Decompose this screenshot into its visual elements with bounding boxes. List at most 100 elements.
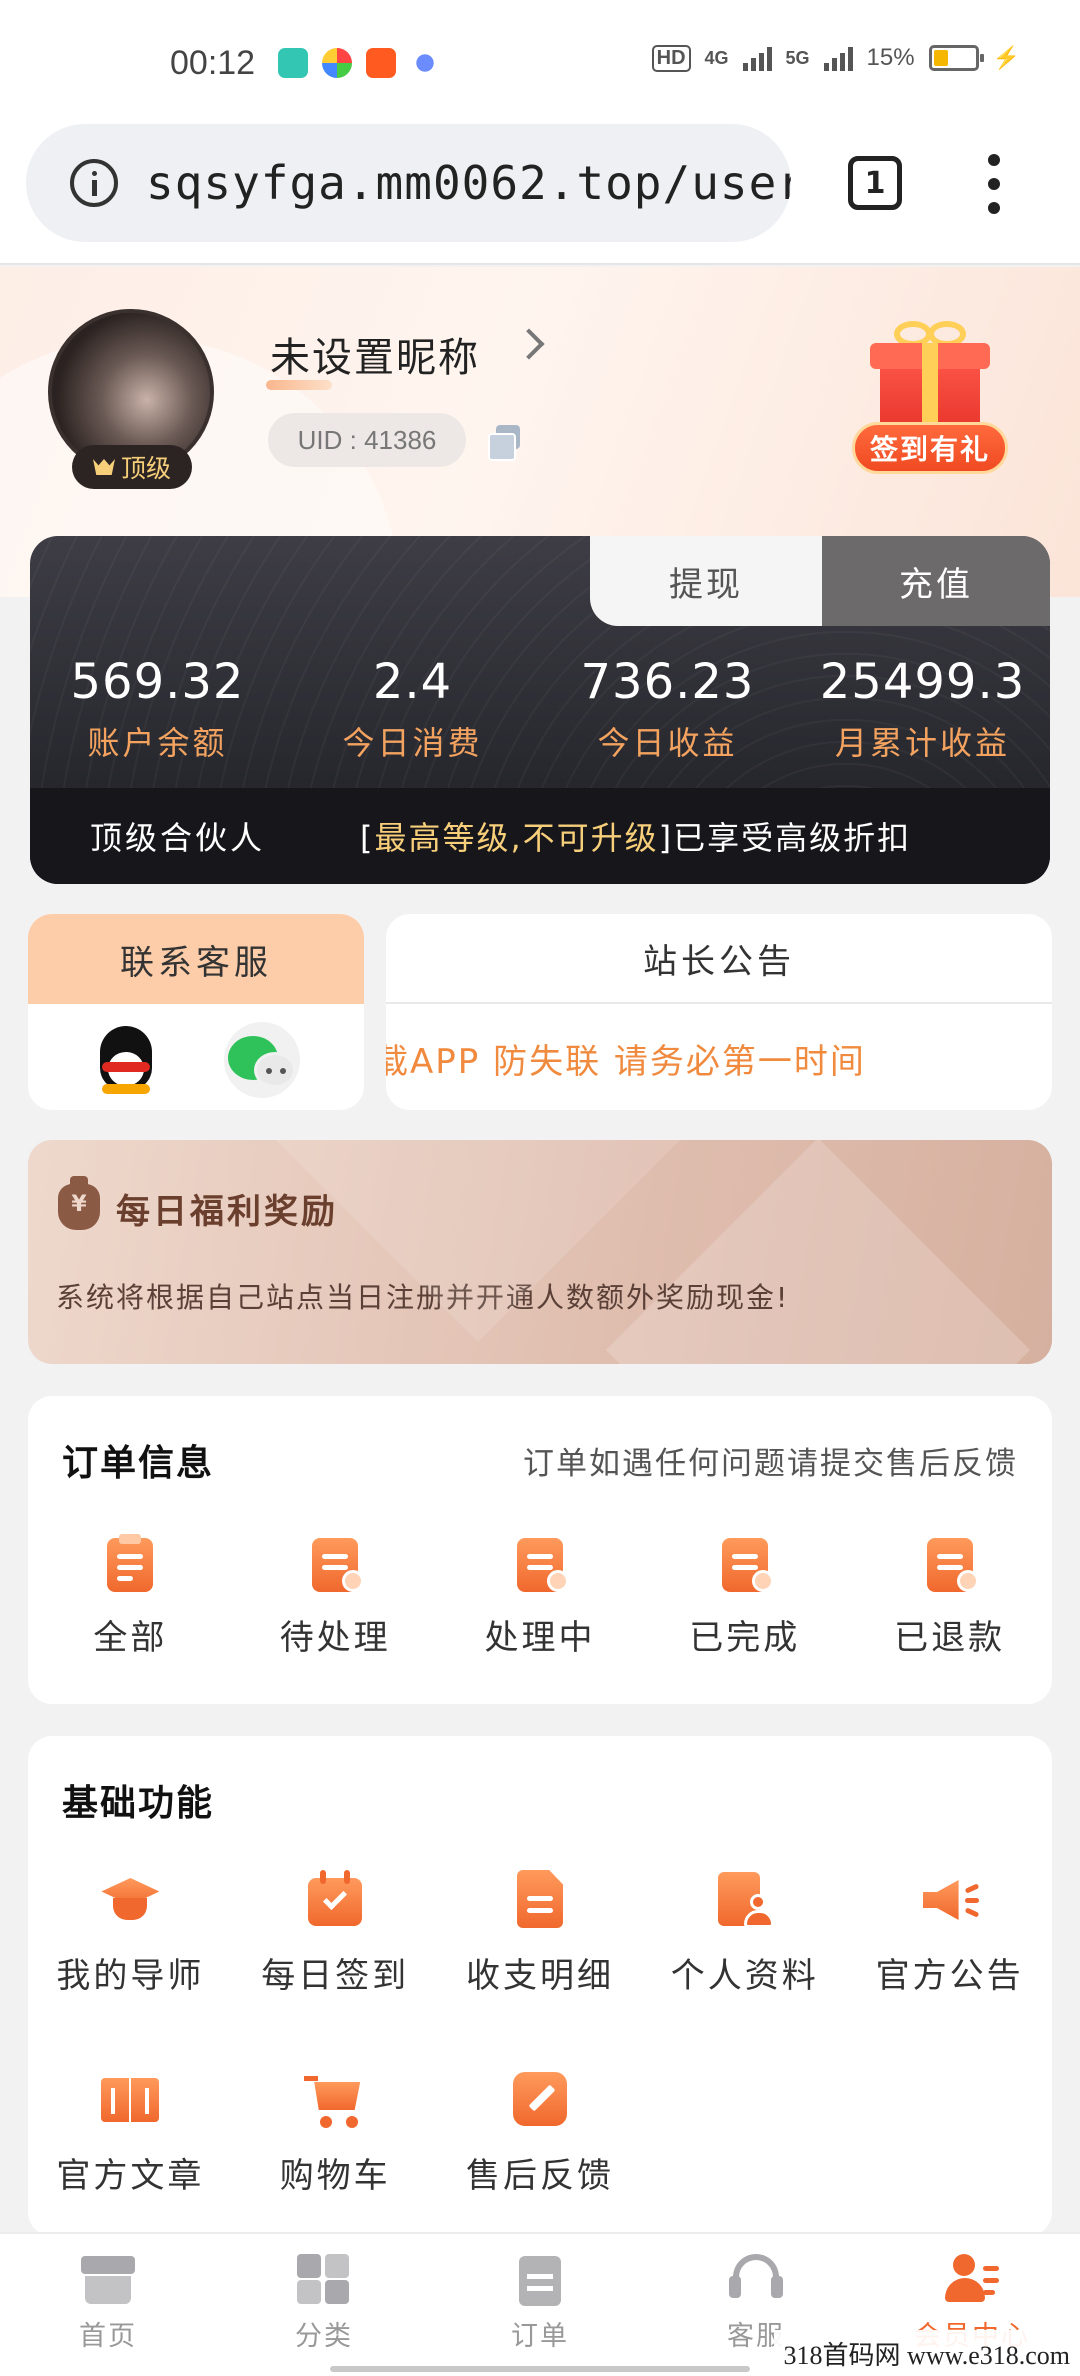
- browser-toolbar: sqsyfga.mm0062.top/user 1: [0, 120, 1080, 265]
- order-completed-icon: [716, 1534, 774, 1592]
- status-app-icons: [278, 48, 440, 78]
- copy-icon[interactable]: [488, 425, 520, 461]
- tab-switcher-button[interactable]: 1: [848, 156, 902, 210]
- megaphone-icon: [919, 1868, 981, 1930]
- stat-value: 25499.3: [819, 654, 1026, 710]
- balance-card: 提现 充值 569.32 账户余额 2.4 今日消费 736.23 今日收益 2…: [30, 536, 1050, 884]
- order-pending-label: 待处理: [279, 1618, 391, 1658]
- address-bar[interactable]: sqsyfga.mm0062.top/user: [26, 124, 791, 242]
- order-pending-icon: [306, 1534, 365, 1592]
- transactions-button[interactable]: 收支明细: [438, 1868, 643, 1997]
- functions-row-2: 官方文章 购物车 售后反馈: [28, 2068, 1052, 2197]
- official-notice-button[interactable]: 官方公告: [847, 1868, 1052, 1997]
- stat-value: 2.4: [372, 654, 453, 710]
- notice-text: 载APP 防失联 请务必第一时间: [386, 1041, 866, 1082]
- network-label: 4G: [704, 47, 729, 68]
- cart-icon: [304, 2068, 366, 2130]
- profile-doc-icon: [714, 1868, 776, 1930]
- basic-functions-card: 基础功能 我的导师 每日签到 收支明细 个人资料 官方公告 官方文章 购物车 售…: [28, 1736, 1052, 2236]
- order-processing-button[interactable]: 处理中: [438, 1534, 643, 1659]
- after-sales-button[interactable]: 售后反馈: [438, 2068, 643, 2197]
- order-completed-button[interactable]: 已完成: [642, 1534, 847, 1659]
- daily-reward-banner[interactable]: 每日福利奖励 系统将根据自己站点当日注册并开通人数额外奖励现金!: [28, 1140, 1052, 1364]
- order-section-title: 订单信息: [62, 1443, 215, 1484]
- cart-button[interactable]: 购物车: [233, 2068, 438, 2197]
- url-text[interactable]: sqsyfga.mm0062.top/user: [146, 156, 791, 210]
- order-completed-label: 已完成: [689, 1618, 801, 1658]
- transactions-label: 收支明细: [465, 1956, 614, 1996]
- nav-orders[interactable]: 订单: [432, 2234, 648, 2376]
- status-bar: 00:12 HD 4G 5G 15% ⚡: [0, 0, 1080, 120]
- book-icon: [99, 2068, 161, 2130]
- order-refunded-label: 已退款: [894, 1618, 1006, 1658]
- recharge-button[interactable]: 充值: [822, 536, 1050, 626]
- daily-checkin-button[interactable]: 每日签到: [233, 1868, 438, 1997]
- nav-orders-label: 订单: [511, 2321, 569, 2352]
- withdraw-button[interactable]: 提现: [590, 536, 822, 626]
- nickname[interactable]: 未设置昵称: [270, 325, 480, 383]
- calendar-check-icon: [304, 1868, 366, 1930]
- mentor-icon: [99, 1868, 161, 1930]
- nav-home[interactable]: 首页: [0, 2234, 216, 2376]
- status-indicators: HD 4G 5G 15% ⚡: [651, 44, 1020, 72]
- rank-info-bar: 顶级合伙人 [最高等级,不可升级]已享受高级折扣: [30, 788, 1050, 884]
- rank-name: 顶级合伙人: [90, 819, 266, 857]
- stat-label: 今日消费: [342, 724, 483, 762]
- order-all-icon: [101, 1534, 159, 1592]
- profile-info-label: 个人资料: [670, 1956, 819, 1996]
- level-tail: 已享受高级折扣: [673, 819, 912, 857]
- home-indicator: [330, 2366, 750, 2372]
- nav-category-label: 分类: [295, 2321, 353, 2352]
- chevron-right-icon[interactable]: [513, 328, 545, 360]
- order-all-button[interactable]: 全部: [28, 1534, 233, 1659]
- battery-icon: [928, 45, 984, 71]
- signal-icon: [823, 45, 853, 71]
- order-status-row: 全部 待处理 处理中 已完成 已退款: [28, 1534, 1052, 1659]
- app-notification-icon: [366, 48, 396, 78]
- daily-checkin-label: 每日签到: [261, 1956, 410, 1996]
- stat-today-income: 736.23 今日收益: [540, 654, 795, 764]
- rank-badge-label: 顶级: [120, 454, 171, 483]
- file-detail-icon: [509, 1868, 571, 1930]
- stat-label: 账户余额: [87, 724, 228, 762]
- order-processing-icon: [511, 1534, 569, 1592]
- qq-icon[interactable]: [88, 1022, 164, 1098]
- gift-icon[interactable]: [864, 317, 992, 435]
- cart-label: 购物车: [279, 2156, 391, 2196]
- balance-stats: 569.32 账户余额 2.4 今日消费 736.23 今日收益 25499.3…: [30, 654, 1050, 764]
- crown-icon: [92, 459, 115, 475]
- order-pending-button[interactable]: 待处理: [233, 1534, 438, 1659]
- stat-label: 今日收益: [597, 724, 738, 762]
- uid-label: UID : 41386: [268, 413, 466, 467]
- order-icon: [511, 2252, 569, 2306]
- profile-info-button[interactable]: 个人资料: [642, 1868, 847, 1997]
- nav-category[interactable]: 分类: [216, 2234, 432, 2376]
- nickname-underline: [266, 380, 332, 390]
- mentor-label: 我的导师: [56, 1956, 205, 1996]
- rank-description: [最高等级,不可升级]已享受高级折扣: [360, 813, 911, 859]
- battery-percent: 15%: [866, 44, 915, 71]
- official-notice-label: 官方公告: [875, 1956, 1024, 1996]
- bracket-close: ]: [658, 819, 674, 857]
- wechat-icon[interactable]: [224, 1022, 300, 1098]
- nav-home-label: 首页: [79, 2321, 137, 2352]
- app-notification-icon: [410, 48, 440, 78]
- official-articles-button[interactable]: 官方文章: [28, 2068, 233, 2197]
- rank-badge: 顶级: [72, 445, 192, 489]
- checkin-button[interactable]: 签到有礼: [852, 422, 1008, 474]
- status-time: 00:12: [170, 44, 256, 82]
- order-all-label: 全部: [93, 1618, 168, 1658]
- mentor-button[interactable]: 我的导师: [28, 1868, 233, 1997]
- contact-service-title: 联系客服: [28, 914, 364, 1004]
- notice-title: 站长公告: [386, 914, 1052, 1004]
- order-hint: 订单如遇任何问题请提交售后反馈: [523, 1446, 1018, 1482]
- app-notification-icon: [322, 48, 352, 78]
- order-refunded-button[interactable]: 已退款: [847, 1534, 1052, 1659]
- hd-label: HD: [651, 44, 691, 72]
- reward-description: 系统将根据自己站点当日注册并开通人数额外奖励现金!: [56, 1281, 790, 1314]
- network-label: 5G: [785, 47, 810, 68]
- more-menu-icon[interactable]: [988, 154, 1004, 214]
- info-icon[interactable]: [70, 159, 118, 207]
- level-highlight: 最高等级,不可升级: [374, 819, 659, 857]
- notice-marquee[interactable]: 载APP 防失联 请务必第一时间: [386, 1006, 1052, 1110]
